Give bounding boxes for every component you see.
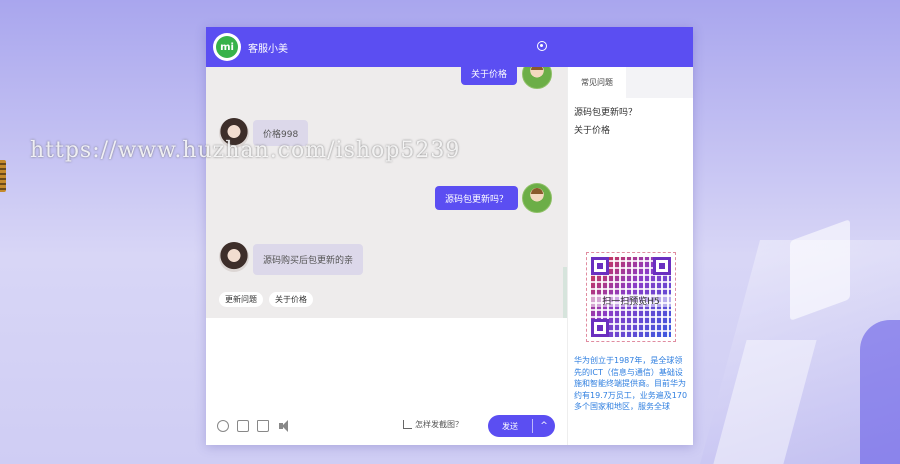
faq-item[interactable]: 源码包更新吗？ <box>574 105 637 118</box>
message-list[interactable]: 关于价格 价格998 源码包更新吗？ 源码购买后包更新的亲 更新问题 关于价格 <box>206 67 567 318</box>
image-icon[interactable] <box>237 420 249 432</box>
user-avatar <box>522 183 552 213</box>
settings-icon[interactable] <box>537 41 547 51</box>
qr-finder <box>591 319 609 337</box>
message-bubble-sent: 关于价格 <box>461 67 518 85</box>
logo: mi <box>213 33 241 61</box>
qr-code: 扫一扫预览H5 <box>586 252 676 342</box>
chat-header: mi 客服小美 <box>206 27 693 67</box>
watermark: https://www.huzhan.com/ishop5239 <box>30 138 461 163</box>
qr-finder <box>653 257 671 275</box>
qr-code-image: 扫一扫预览H5 <box>591 257 671 337</box>
send-button[interactable]: 发送 ^ <box>488 415 555 437</box>
emoji-icon[interactable] <box>217 420 229 432</box>
faq-item[interactable]: 关于价格 <box>574 123 610 136</box>
message-bubble-sent: 源码包更新吗？ <box>435 186 519 210</box>
chat-window: mi 客服小美 关于价格 价格998 源码包更新吗？ 源码购买后包更新的亲 更新… <box>206 27 693 445</box>
qr-label: 扫一扫预览H5 <box>591 294 671 307</box>
quick-reply-button[interactable]: 关于价格 <box>269 292 313 307</box>
agent-avatar <box>219 242 249 272</box>
crop-icon <box>403 420 412 429</box>
left-edge-handle[interactable] <box>0 160 6 192</box>
screenshot-help-link[interactable]: 怎样发截图？ <box>403 419 463 430</box>
agent-name: 客服小美 <box>248 43 288 55</box>
background-decoration <box>860 320 900 464</box>
input-toolbar: 怎样发截图？ 发送 ^ <box>206 415 567 439</box>
qr-finder <box>591 257 609 275</box>
sidebar-tabs: 常见问题 <box>568 67 693 98</box>
send-label: 发送 <box>502 421 518 431</box>
user-avatar <box>522 67 552 89</box>
company-description: 华为创立于1987年，是全球领先的ICT（信息与通信）基础设施和智能终端提供商。… <box>574 356 688 410</box>
send-options-icon[interactable]: ^ <box>533 421 555 431</box>
sound-icon[interactable] <box>279 420 289 432</box>
folder-icon[interactable] <box>257 420 269 432</box>
quick-reply-button[interactable]: 更新问题 <box>219 292 263 307</box>
screenshot-help-text: 怎样发截图？ <box>415 420 463 429</box>
message-bubble-received: 源码购买后包更新的亲 <box>253 244 364 275</box>
logo-mark: mi <box>216 36 238 58</box>
faq-sidebar: 常见问题 源码包更新吗？ 关于价格 扫一扫预览H5 华为创立于1987年，是全球… <box>567 67 693 445</box>
tab-faq[interactable]: 常见问题 <box>568 67 626 98</box>
